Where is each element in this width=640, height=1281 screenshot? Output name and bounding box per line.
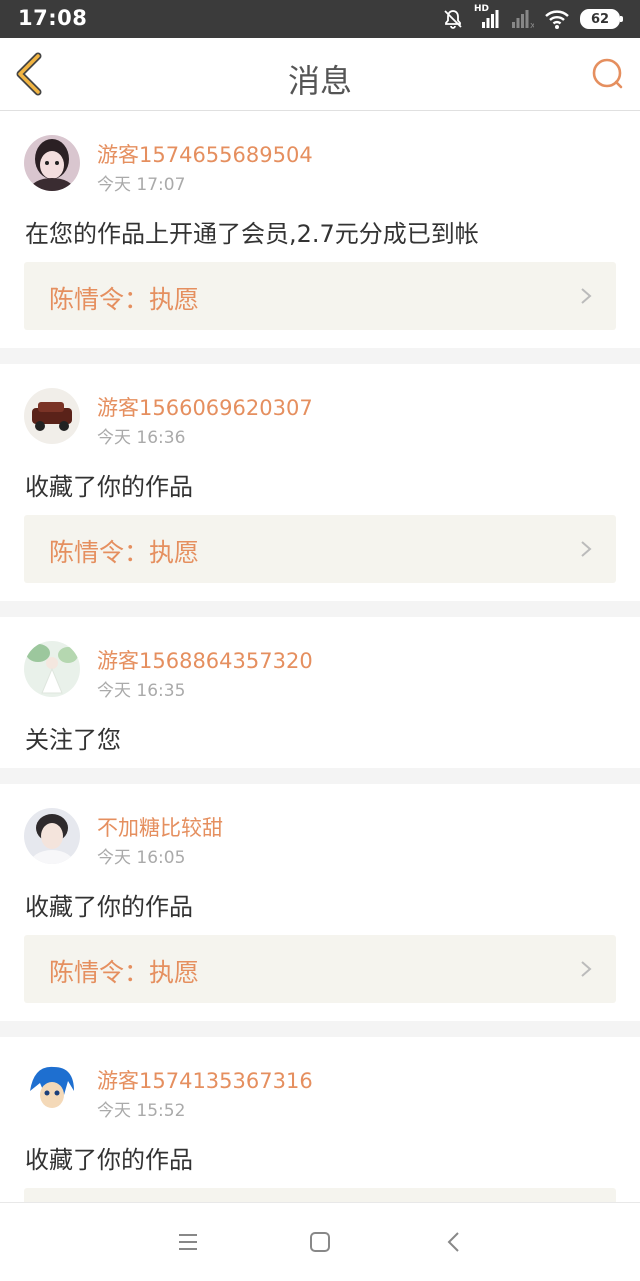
username[interactable]: 游客1566069620307 <box>97 392 313 422</box>
header: 消息 <box>0 38 640 111</box>
work-link[interactable]: 陈情令：执愿 <box>24 935 616 1003</box>
chevron-right-icon <box>581 288 592 304</box>
avatar[interactable] <box>24 808 80 864</box>
menu-icon <box>179 1234 197 1250</box>
work-link[interactable] <box>24 1188 616 1202</box>
timestamp: 今天 16:36 <box>97 428 186 448</box>
svg-text:x: x <box>530 21 534 30</box>
avatar[interactable] <box>24 135 80 191</box>
work-title: 陈情令：执愿 <box>49 285 200 314</box>
status-bar: 17:08 HD x 62 <box>0 0 640 38</box>
message-text: 收藏了你的作品 <box>25 893 193 921</box>
system-nav-bar <box>0 1202 640 1281</box>
work-link[interactable]: 陈情令：执愿 <box>24 262 616 330</box>
message-text: 收藏了你的作品 <box>25 1146 193 1174</box>
avatar[interactable] <box>24 388 80 444</box>
wifi-icon <box>545 10 569 29</box>
username[interactable]: 游客1574655689504 <box>97 139 313 169</box>
search-button[interactable] <box>590 56 626 92</box>
avatar[interactable] <box>24 641 80 697</box>
battery-indicator: 62 <box>580 9 623 29</box>
username[interactable]: 游客1568864357320 <box>97 645 313 675</box>
message-card[interactable]: 不加糖比较甜 今天 16:05 收藏了你的作品 陈情令：执愿 <box>0 784 640 1021</box>
message-text: 收藏了你的作品 <box>25 473 193 501</box>
chevron-right-icon <box>581 961 592 977</box>
username[interactable]: 不加糖比较甜 <box>97 812 223 842</box>
status-icons: HD x 62 <box>442 4 623 32</box>
message-card[interactable]: 游客1574135367316 今天 15:52 收藏了你的作品 <box>0 1037 640 1202</box>
timestamp: 今天 16:35 <box>97 681 186 701</box>
timestamp: 今天 17:07 <box>97 175 186 195</box>
timestamp: 今天 15:52 <box>97 1101 186 1121</box>
signal-hd-icon: HD <box>474 4 500 30</box>
message-card[interactable]: 游客1574655689504 今天 17:07 在您的作品上开通了会员,2.7… <box>0 111 640 348</box>
bell-off-icon <box>444 10 462 29</box>
message-list[interactable]: 游客1574655689504 今天 17:07 在您的作品上开通了会员,2.7… <box>0 111 640 1202</box>
message-text: 在您的作品上开通了会员,2.7元分成已到帐 <box>25 220 479 248</box>
message-card[interactable]: 游客1568864357320 今天 16:35 关注了您 <box>0 617 640 768</box>
nav-home-button[interactable] <box>307 1229 333 1255</box>
work-title: 陈情令：执愿 <box>49 538 200 567</box>
square-icon <box>310 1232 330 1252</box>
work-link[interactable]: 陈情令：执愿 <box>24 515 616 583</box>
signal-weak-icon: x <box>512 10 534 30</box>
status-time: 17:08 <box>18 6 88 30</box>
message-card[interactable]: 游客1566069620307 今天 16:36 收藏了你的作品 陈情令：执愿 <box>0 364 640 601</box>
avatar[interactable] <box>24 1061 80 1117</box>
battery-level: 62 <box>590 11 610 27</box>
page-title: 消息 <box>287 62 352 100</box>
triangle-back-icon <box>447 1232 459 1252</box>
work-title: 陈情令：执愿 <box>49 958 200 987</box>
timestamp: 今天 16:05 <box>97 848 186 868</box>
battery-tip <box>620 16 623 22</box>
nav-menu-button[interactable] <box>175 1229 201 1255</box>
message-text: 关注了您 <box>25 726 121 754</box>
nav-back-button[interactable] <box>441 1229 467 1255</box>
chevron-right-icon <box>581 541 592 557</box>
search-icon <box>592 58 623 89</box>
username[interactable]: 游客1574135367316 <box>97 1065 313 1095</box>
